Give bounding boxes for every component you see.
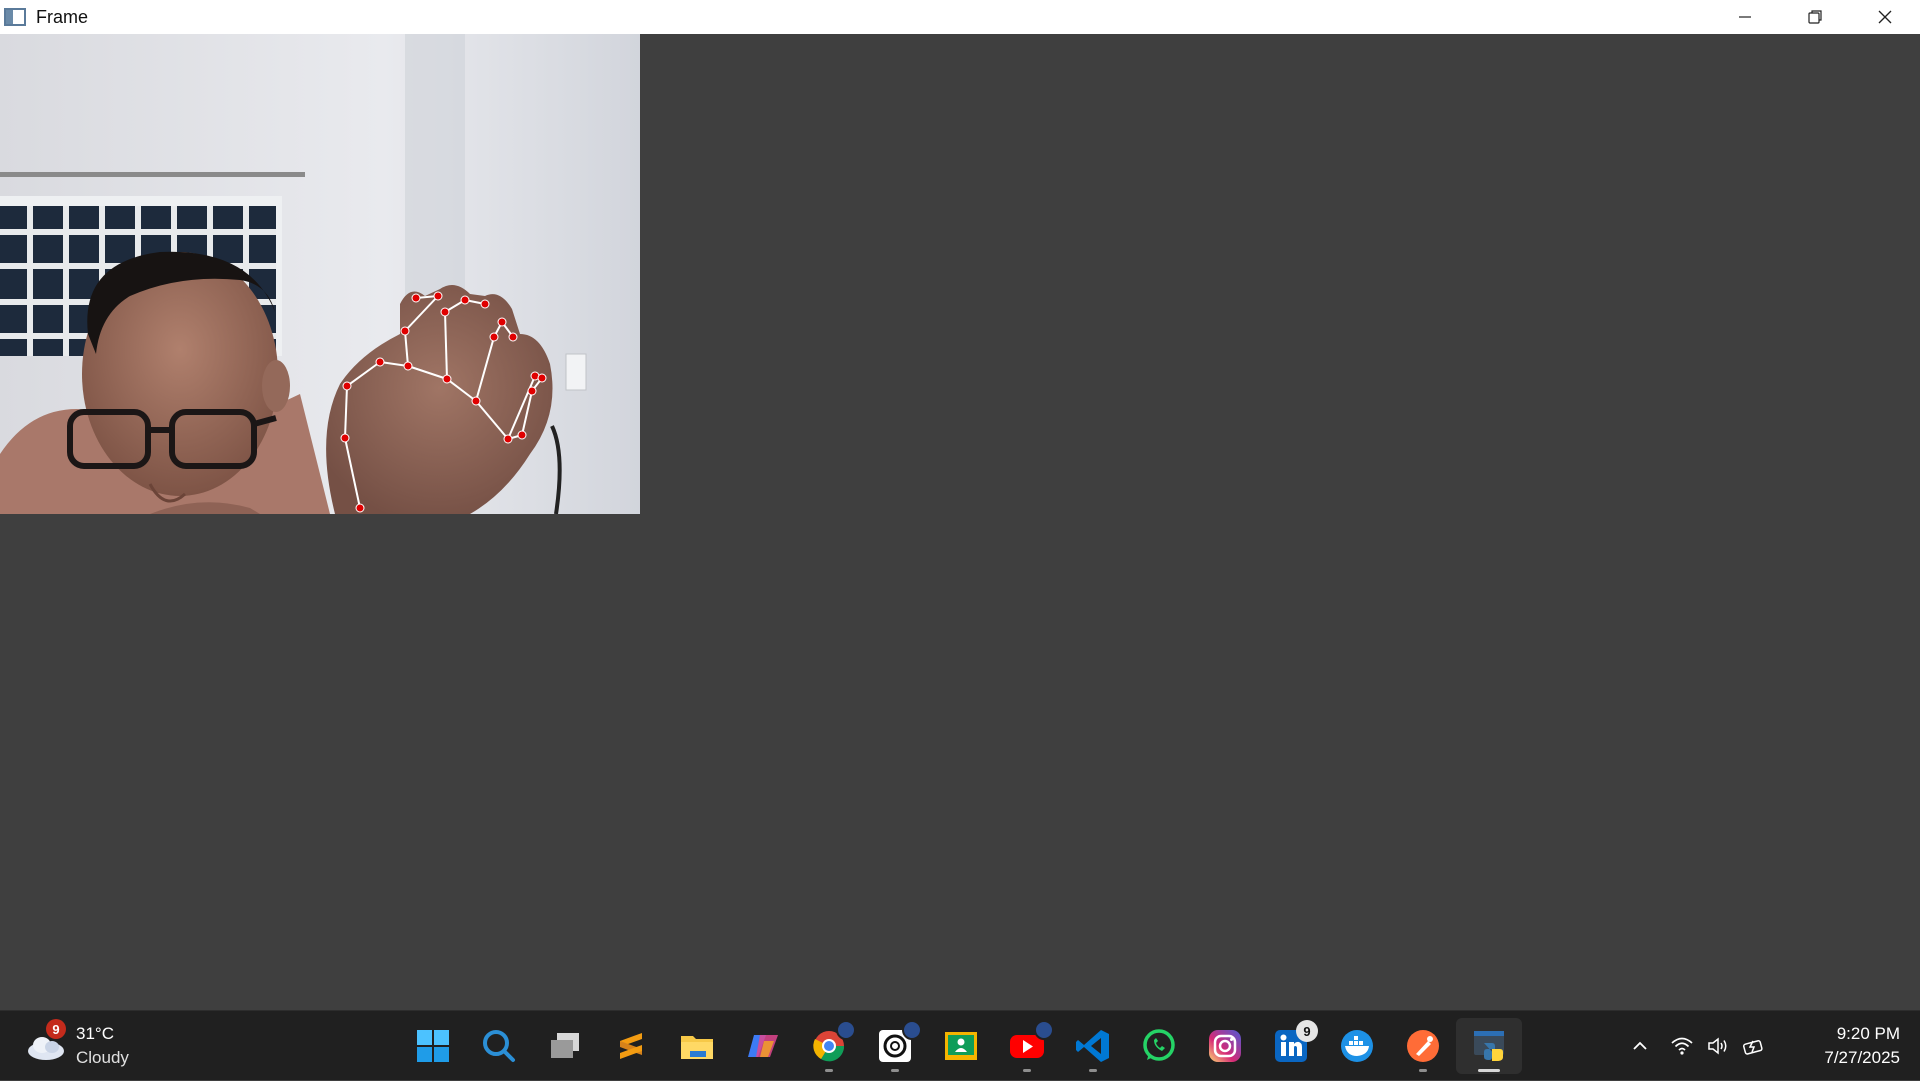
start-button[interactable]	[400, 1018, 466, 1074]
windows-icon	[417, 1030, 449, 1062]
chrome-button[interactable]	[796, 1018, 862, 1074]
clock-date: 7/27/2025	[1824, 1048, 1900, 1067]
weather-condition: Cloudy	[76, 1048, 129, 1067]
chrome-running-indicator	[825, 1069, 833, 1072]
search-icon	[483, 1030, 515, 1062]
instagram-icon	[1209, 1030, 1241, 1062]
python-icon	[1474, 1031, 1504, 1061]
postman-icon	[1407, 1030, 1439, 1062]
hand-landmark-point	[375, 357, 385, 367]
task-view-icon	[551, 1033, 579, 1058]
hand-landmark-point	[489, 332, 499, 342]
chatgpt-button[interactable]	[862, 1018, 928, 1074]
sublime-button[interactable]	[598, 1018, 664, 1074]
battery-button[interactable]	[1736, 1026, 1772, 1066]
classroom-button[interactable]	[928, 1018, 994, 1074]
title-bar[interactable]: Frame	[0, 0, 1920, 34]
copilot-icon	[748, 1035, 778, 1057]
camera-image	[0, 34, 640, 514]
hand-landmark-point	[471, 396, 481, 406]
hand-landmark-point	[411, 293, 421, 303]
hand-landmark-point	[497, 317, 507, 327]
volume-button[interactable]	[1700, 1026, 1736, 1066]
system-tray: 9:20 PM 7/27/2025	[1622, 1011, 1920, 1081]
python-running-indicator	[1478, 1069, 1500, 1072]
youtube-running-indicator	[1023, 1069, 1031, 1072]
postman-running-indicator	[1419, 1069, 1427, 1072]
window-controls	[1710, 0, 1920, 34]
app-window-icon	[4, 8, 26, 26]
vscode-running-indicator	[1089, 1069, 1097, 1072]
hand-landmark-point	[503, 434, 513, 444]
volume-icon	[1708, 1037, 1727, 1055]
hand-landmark-point	[400, 326, 410, 336]
chrome-profile-badge	[836, 1020, 856, 1040]
network-button[interactable]	[1664, 1026, 1700, 1066]
hand-landmark-point	[342, 381, 352, 391]
wifi-icon	[1671, 1037, 1693, 1055]
docker-button[interactable]	[1324, 1018, 1390, 1074]
docker-icon	[1341, 1030, 1373, 1062]
chatgpt-running-indicator	[891, 1069, 899, 1072]
linkedin-notification-badge: 9	[1296, 1020, 1318, 1042]
show-hidden-icons-button[interactable]	[1622, 1026, 1658, 1066]
whatsapp-icon	[1143, 1029, 1175, 1061]
task-view-button[interactable]	[532, 1018, 598, 1074]
cloud-icon: 9	[26, 1019, 66, 1061]
frame-canvas	[0, 34, 1920, 1010]
clock[interactable]: 9:20 PM 7/27/2025	[1784, 1022, 1900, 1070]
hand-landmark-point	[340, 433, 350, 443]
minimize-icon	[1739, 16, 1751, 18]
hand-landmark-point	[433, 291, 443, 301]
window-title: Frame	[36, 6, 89, 27]
classroom-icon	[945, 1032, 977, 1060]
vscode-button[interactable]	[1060, 1018, 1126, 1074]
copilot-button[interactable]	[730, 1018, 796, 1074]
youtube-button[interactable]	[994, 1018, 1060, 1074]
python-button[interactable]	[1456, 1018, 1522, 1074]
taskbar: 9 31°C Cloudy 9 9:20 PM 7/27/2025	[0, 1010, 1920, 1080]
close-icon	[1878, 10, 1892, 24]
chatgpt-profile-badge	[902, 1020, 922, 1040]
clock-time: 9:20 PM	[1836, 1024, 1900, 1043]
hand-landmark-point	[403, 361, 413, 371]
whatsapp-button[interactable]	[1126, 1018, 1192, 1074]
hand-landmark-point	[508, 332, 518, 342]
close-button[interactable]	[1850, 0, 1920, 34]
minimize-button[interactable]	[1710, 0, 1780, 34]
restore-button[interactable]	[1780, 0, 1850, 34]
battery-charging-icon	[1743, 1040, 1763, 1055]
hand-landmark-point	[527, 386, 537, 396]
hand-landmark-point	[442, 374, 452, 384]
youtube-profile-badge	[1034, 1020, 1054, 1040]
linkedin-button[interactable]: 9	[1258, 1018, 1324, 1074]
instagram-button[interactable]	[1192, 1018, 1258, 1074]
hand-landmark-point	[460, 295, 470, 305]
sublime-icon	[620, 1033, 642, 1059]
chevron-up-icon	[1633, 1041, 1647, 1050]
weather-temperature: 31°C	[76, 1024, 114, 1043]
hand-landmark-point	[480, 299, 490, 309]
file-explorer-button[interactable]	[664, 1018, 730, 1074]
camera-feed	[0, 34, 640, 514]
taskbar-apps: 9	[400, 1011, 1522, 1081]
hand-landmark-point	[355, 503, 365, 513]
search-button[interactable]	[466, 1018, 532, 1074]
vscode-icon	[1076, 1030, 1109, 1062]
hand-landmark-point	[537, 373, 547, 383]
weather-badge: 9	[46, 1019, 66, 1039]
hand-landmark-point	[440, 307, 450, 317]
folder-icon	[681, 1036, 713, 1059]
restore-icon	[1808, 10, 1822, 24]
weather-widget[interactable]: 9 31°C Cloudy	[26, 1019, 166, 1071]
postman-button[interactable]	[1390, 1018, 1456, 1074]
hand-landmark-point	[517, 430, 527, 440]
